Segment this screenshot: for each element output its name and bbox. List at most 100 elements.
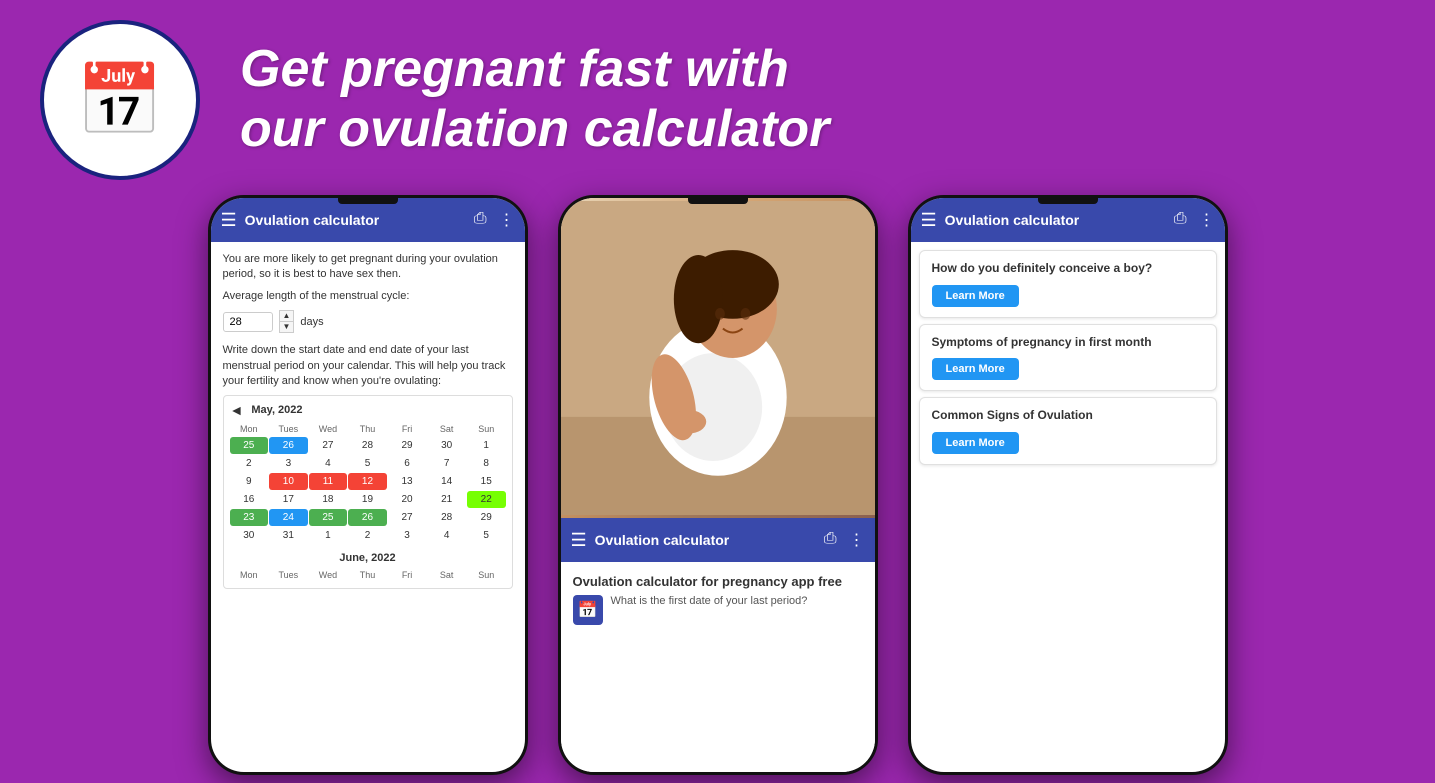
- cal-day[interactable]: 4: [309, 455, 348, 472]
- cal-day[interactable]: 20: [388, 491, 427, 508]
- cal-day[interactable]: 10: [269, 473, 308, 490]
- cal-day[interactable]: 30: [230, 527, 269, 544]
- phone3-appbar: ☰ Ovulation calculator ⎙ ⋮: [911, 198, 1225, 242]
- dow: Tues: [269, 568, 308, 582]
- cal-day[interactable]: 5: [348, 455, 387, 472]
- phone1-menu-icon[interactable]: ☰: [221, 210, 237, 231]
- cal-june-dow: Mon Tues Wed Thu Fri Sat Sun: [230, 568, 506, 582]
- dow-sun: Sun: [467, 422, 506, 436]
- mini-calendar-icon: 📅: [573, 595, 603, 625]
- woman-svg: [561, 198, 875, 518]
- cal-day[interactable]: 22: [467, 491, 506, 508]
- cal-day[interactable]: 21: [427, 491, 466, 508]
- cal-day[interactable]: 12: [348, 473, 387, 490]
- cal-day[interactable]: 11: [309, 473, 348, 490]
- dow-fri: Fri: [388, 422, 427, 436]
- phone3-dots-icon[interactable]: ⋮: [1199, 210, 1215, 230]
- cal-june-title: June, 2022: [230, 552, 506, 564]
- cal-day[interactable]: 5: [467, 527, 506, 544]
- cal-may-header: ◄ May, 2022: [230, 402, 506, 418]
- cal-day[interactable]: 28: [427, 509, 466, 526]
- phone2-bottom-title: Ovulation calculator for pregnancy app f…: [573, 574, 863, 589]
- info-card-symptoms: Symptoms of pregnancy in first month Lea…: [919, 324, 1217, 392]
- phone2-app-title: Ovulation calculator: [595, 532, 824, 548]
- cal-day[interactable]: 28: [348, 437, 387, 454]
- card-ovulation-learn-more[interactable]: Learn More: [932, 432, 1019, 454]
- cal-day[interactable]: 29: [467, 509, 506, 526]
- cal-day[interactable]: 14: [427, 473, 466, 490]
- cal-may-title: May, 2022: [251, 404, 302, 416]
- phone1-dots-icon[interactable]: ⋮: [499, 210, 515, 230]
- phone1-actions: ⎙ ⋮: [474, 210, 515, 230]
- phone2-bottom-content: Ovulation calculator for pregnancy app f…: [561, 562, 875, 772]
- cal-day[interactable]: 17: [269, 491, 308, 508]
- phone1-text2: Average length of the menstrual cycle:: [223, 289, 513, 304]
- pregnant-woman-image: [561, 198, 875, 518]
- cycle-stepper[interactable]: ▲ ▼: [279, 310, 295, 333]
- cal-day[interactable]: 9: [230, 473, 269, 490]
- phone2-share-icon[interactable]: ⎙: [824, 530, 837, 550]
- cal-day[interactable]: 7: [427, 455, 466, 472]
- cal-day[interactable]: 23: [230, 509, 269, 526]
- phone2-appbar: ☰ Ovulation calculator ⎙ ⋮: [561, 518, 875, 562]
- dow: Wed: [309, 568, 348, 582]
- phone3-share-icon[interactable]: ⎙: [1174, 210, 1187, 230]
- phone1-content: You are more likely to get pregnant duri…: [211, 242, 525, 772]
- dow-wed: Wed: [309, 422, 348, 436]
- logo-icon: 📅: [76, 65, 163, 135]
- cal-day[interactable]: 3: [388, 527, 427, 544]
- cal-day[interactable]: 26: [269, 437, 308, 454]
- phone1-text1: You are more likely to get pregnant duri…: [223, 252, 513, 283]
- cal-day[interactable]: 1: [309, 527, 348, 544]
- cal-day[interactable]: 2: [348, 527, 387, 544]
- cal-day[interactable]: 24: [269, 509, 308, 526]
- phone2-menu-icon[interactable]: ☰: [571, 530, 587, 551]
- card-ovulation-title: Common Signs of Ovulation: [932, 408, 1204, 424]
- cal-day[interactable]: 4: [427, 527, 466, 544]
- header: 📅 Get pregnant fast with our ovulation c…: [0, 0, 1435, 200]
- cal-day[interactable]: 25: [309, 509, 348, 526]
- cal-day[interactable]: 26: [348, 509, 387, 526]
- cal-day[interactable]: 3: [269, 455, 308, 472]
- card-boy-learn-more[interactable]: Learn More: [932, 285, 1019, 307]
- header-tagline: Get pregnant fast with our ovulation cal…: [240, 40, 829, 160]
- cal-day[interactable]: 18: [309, 491, 348, 508]
- cal-day[interactable]: 15: [467, 473, 506, 490]
- cal-may-grid: Mon Tues Wed Thu Fri Sat Sun 25 26 27 28: [230, 422, 506, 544]
- cal-prev-btn[interactable]: ◄: [230, 402, 244, 418]
- phone3-wrapper: ☰ Ovulation calculator ⎙ ⋮ How do you de…: [908, 195, 1228, 775]
- cal-day[interactable]: 6: [388, 455, 427, 472]
- cal-day[interactable]: 25: [230, 437, 269, 454]
- info-card-ovulation: Common Signs of Ovulation Learn More: [919, 397, 1217, 465]
- phone3-screen: ☰ Ovulation calculator ⎙ ⋮ How do you de…: [911, 198, 1225, 772]
- dow: Thu: [348, 568, 387, 582]
- cal-day[interactable]: 27: [309, 437, 348, 454]
- app-logo: 📅: [40, 20, 200, 180]
- phone1-wrapper: ☰ Ovulation calculator ⎙ ⋮ You are more …: [208, 195, 528, 775]
- cal-day[interactable]: 27: [388, 509, 427, 526]
- phone3-menu-icon[interactable]: ☰: [921, 210, 937, 231]
- phones-section: ☰ Ovulation calculator ⎙ ⋮ You are more …: [0, 195, 1435, 783]
- cal-day[interactable]: 29: [388, 437, 427, 454]
- stepper-down[interactable]: ▼: [280, 322, 294, 332]
- dow: Fri: [388, 568, 427, 582]
- cycle-length-input[interactable]: [223, 312, 273, 332]
- dow: Sat: [427, 568, 466, 582]
- phone2-cal-row: 📅 What is the first date of your last pe…: [573, 595, 863, 625]
- stepper-up[interactable]: ▲: [280, 311, 294, 322]
- card-symptoms-learn-more[interactable]: Learn More: [932, 358, 1019, 380]
- cal-day[interactable]: 19: [348, 491, 387, 508]
- cal-day[interactable]: 8: [467, 455, 506, 472]
- cal-day[interactable]: 2: [230, 455, 269, 472]
- phone1-share-icon[interactable]: ⎙: [474, 210, 487, 230]
- cal-day[interactable]: 13: [388, 473, 427, 490]
- cal-day[interactable]: 1: [467, 437, 506, 454]
- cal-day[interactable]: 30: [427, 437, 466, 454]
- dow: Sun: [467, 568, 506, 582]
- dow-sat: Sat: [427, 422, 466, 436]
- phone1-screen: ☰ Ovulation calculator ⎙ ⋮ You are more …: [211, 198, 525, 772]
- cal-day[interactable]: 31: [269, 527, 308, 544]
- cal-day[interactable]: 16: [230, 491, 269, 508]
- card-boy-title: How do you definitely conceive a boy?: [932, 261, 1204, 277]
- phone2-dots-icon[interactable]: ⋮: [849, 530, 865, 550]
